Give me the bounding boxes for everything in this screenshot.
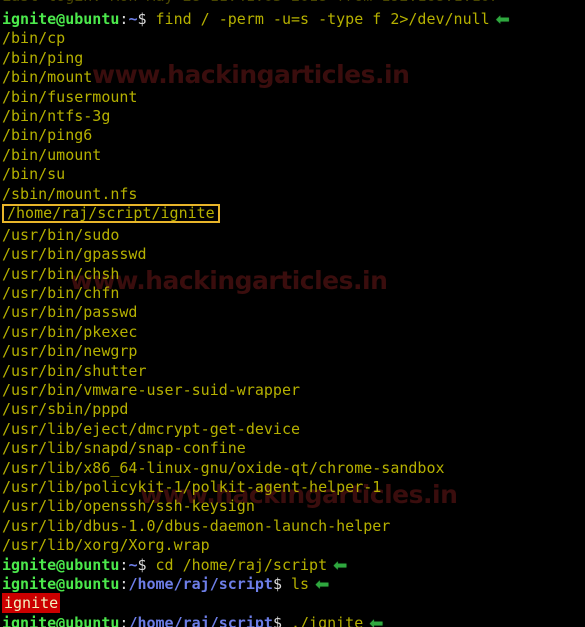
output-text: /bin/cp: [2, 29, 66, 48]
output-line: /bin/ping6: [2, 126, 585, 145]
output-text: /usr/lib/openssh/ssh-keysign: [2, 497, 255, 516]
output-line: /usr/sbin/pppd: [2, 400, 585, 419]
output-text: /usr/lib/policykit-1/polkit-agent-helper…: [2, 477, 382, 496]
output-text: /usr/lib/snapd/snap-confine: [2, 439, 246, 458]
output-line: /usr/lib/snapd/snap-confine: [2, 439, 585, 458]
output-line: /bin/umount: [2, 146, 585, 165]
output-line: /sbin/mount.nfs: [2, 185, 585, 204]
output-text: /bin/ping: [2, 48, 84, 67]
output-text: /usr/bin/shutter: [2, 361, 147, 380]
command-cd-script: cd /home/raj/script: [155, 555, 328, 574]
login-banner-text: Last login: Mon May 28 11:41:03 2018 fro…: [2, 0, 499, 5]
highlighted-output-line: /home/raj/script/ignite: [2, 203, 585, 226]
output-line: /usr/lib/eject/dmcrypt-get-device: [2, 420, 585, 439]
command-ls: ls: [291, 574, 310, 593]
prompt-user-host: ignite@ubuntu: [2, 574, 120, 593]
prompt-dollar: $: [137, 555, 147, 574]
output-line: /usr/lib/xorg/Xorg.wrap: [2, 536, 585, 555]
output-text: /bin/su: [2, 165, 66, 184]
output-line: /usr/bin/newgrp: [2, 342, 585, 361]
left-arrow-icon: ⬅: [333, 555, 348, 576]
left-arrow-icon: ⬅: [315, 574, 330, 595]
output-text: /usr/lib/x86_64-linux-gnu/oxide-qt/chrom…: [2, 458, 445, 477]
output-text: /usr/bin/gpasswd: [2, 245, 147, 264]
output-line: /usr/bin/shutter: [2, 362, 585, 381]
command-run-ignite: ./ignite: [291, 613, 364, 627]
output-text: /usr/bin/passwd: [2, 303, 138, 322]
output-text: /usr/lib/xorg/Xorg.wrap: [2, 536, 210, 555]
output-text: /usr/sbin/pppd: [2, 400, 129, 419]
output-text: /usr/bin/pkexec: [2, 322, 138, 341]
output-line: /bin/su: [2, 165, 585, 184]
output-line: /bin/ping: [2, 49, 585, 68]
terminal-window[interactable]: www.hackingarticles.in www.hackingarticl…: [0, 0, 585, 627]
output-line: /bin/mount: [2, 68, 585, 87]
left-arrow-icon: ⬅: [369, 613, 384, 627]
output-text: /bin/fusermount: [2, 87, 138, 106]
output-line: /bin/cp: [2, 29, 585, 48]
output-line: /usr/bin/pkexec: [2, 323, 585, 342]
output-line: /usr/bin/passwd: [2, 303, 585, 322]
output-text: /bin/mount: [2, 68, 93, 87]
prompt-cwd: /home/raj/script: [128, 613, 273, 627]
ls-output-executable: ignite: [2, 593, 61, 614]
prompt-dollar: $: [272, 574, 282, 593]
terminal-output: Last login: Mon May 28 11:41:03 2018 fro…: [0, 0, 585, 627]
output-line: /usr/bin/gpasswd: [2, 245, 585, 264]
output-line: /usr/bin/chsh: [2, 265, 585, 284]
prompt-line-find: ignite@ubuntu:~$ find / -perm -u=s -type…: [2, 10, 585, 30]
prompt-line-cd: ignite@ubuntu:~$ cd /home/raj/script ⬅: [2, 555, 585, 576]
output-text: /usr/bin/chfn: [2, 284, 120, 303]
login-banner-line: Last login: Mon May 28 11:41:03 2018 fro…: [2, 0, 585, 10]
output-line: /bin/ntfs-3g: [2, 107, 585, 126]
output-text: /usr/lib/eject/dmcrypt-get-device: [2, 419, 301, 438]
prompt-user-host: ignite@ubuntu: [2, 10, 120, 28]
prompt-dollar: $: [137, 10, 147, 28]
output-text: /usr/bin/sudo: [2, 225, 120, 244]
output-line: /usr/lib/dbus-1.0/dbus-daemon-launch-hel…: [2, 517, 585, 536]
output-line: /usr/bin/chfn: [2, 284, 585, 303]
prompt-line-ls: ignite@ubuntu:/home/raj/script$ ls ⬅: [2, 574, 585, 595]
ls-output-line: ignite: [2, 593, 585, 614]
output-text: /usr/bin/newgrp: [2, 342, 138, 361]
output-line: /usr/lib/x86_64-linux-gnu/oxide-qt/chrom…: [2, 459, 585, 478]
prompt-line-run: ignite@ubuntu:/home/raj/script$ ./ignite…: [2, 614, 585, 627]
output-text: /sbin/mount.nfs: [2, 184, 138, 203]
output-text: /bin/umount: [2, 145, 102, 164]
output-line: /usr/lib/policykit-1/polkit-agent-helper…: [2, 478, 585, 497]
highlight-box-suid-script: /home/raj/script/ignite: [2, 203, 220, 223]
output-text: /bin/ntfs-3g: [2, 106, 111, 125]
output-text: /usr/bin/vmware-user-suid-wrapper: [2, 381, 301, 400]
left-arrow-icon: ⬅: [495, 10, 510, 30]
prompt-cwd: /home/raj/script: [128, 574, 273, 593]
output-text: /usr/bin/chsh: [2, 264, 120, 283]
prompt-user-host: ignite@ubuntu: [2, 555, 120, 574]
output-line: /bin/fusermount: [2, 88, 585, 107]
prompt-dollar: $: [272, 613, 282, 627]
output-line: /usr/bin/vmware-user-suid-wrapper: [2, 381, 585, 400]
output-line: /usr/lib/openssh/ssh-keysign: [2, 497, 585, 516]
output-text: /usr/lib/dbus-1.0/dbus-daemon-launch-hel…: [2, 516, 391, 535]
prompt-user-host: ignite@ubuntu: [2, 613, 120, 627]
output-line: /usr/bin/sudo: [2, 226, 585, 245]
output-text: /bin/ping6: [2, 126, 93, 145]
command-find-suid: find / -perm -u=s -type f 2>/dev/null: [155, 10, 490, 28]
